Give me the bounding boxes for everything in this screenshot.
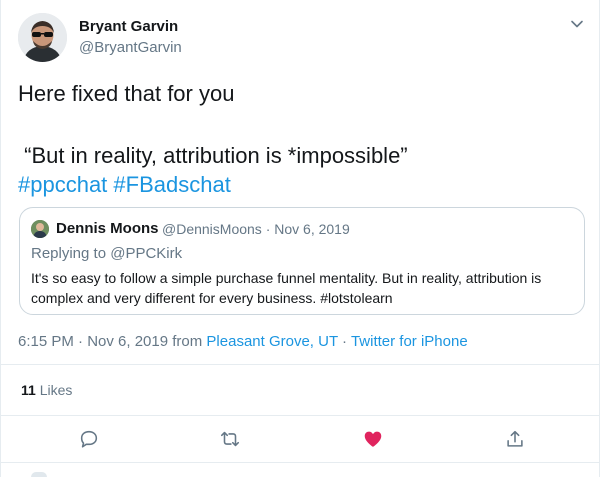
hashtag-link[interactable]: #FBadschat [113,172,230,197]
hashtag-row: #ppcchat #FBadschat [18,171,231,198]
author-handle[interactable]: @BryantGarvin [79,39,182,56]
divider [1,415,600,416]
quoted-author-handle: @DennisMoons · Nov 6, 2019 [162,221,350,237]
tweet-card: Bryant Garvin @BryantGarvin Here fixed t… [0,0,600,477]
quoted-author-name: Dennis Moons [56,220,159,237]
likes-label: Likes [39,382,73,398]
author-name[interactable]: Bryant Garvin [79,18,178,35]
tweet-timestamp[interactable]: 6:15 PM · Nov 6, 2019 from [18,333,206,350]
source-link[interactable]: Twitter for iPhone [351,333,468,350]
tweet-metadata: 6:15 PM · Nov 6, 2019 from Pleasant Grov… [18,333,468,350]
retweet-icon[interactable] [219,428,241,450]
share-icon[interactable] [504,428,526,450]
heart-icon[interactable] [362,428,384,450]
replying-to-prefix: Replying to [31,245,111,262]
replying-to-handle[interactable]: @PPCKirk [110,245,182,262]
chevron-down-icon[interactable] [570,17,584,31]
quoted-tweet[interactable]: Dennis Moons @DennisMoons · Nov 6, 2019 … [19,207,585,315]
reply-icon[interactable] [78,428,100,450]
location-link[interactable]: Pleasant Grove, UT [206,333,337,350]
divider [1,462,600,463]
replying-to: Replying to @PPCKirk [31,245,182,262]
author-avatar[interactable] [18,13,67,62]
meta-separator: · [337,333,351,350]
divider [1,364,600,365]
next-tweet-avatar [31,472,47,477]
tweet-text-line: Here fixed that for you [18,81,235,106]
quoted-tweet-text: It's so easy to follow a simple purchase… [31,270,542,306]
likes-stat[interactable]: 11 Likes [21,382,72,398]
quoted-author-avatar [31,220,49,238]
tweet-text-line: “But in reality, attribution is *impossi… [18,143,408,168]
hashtag-link[interactable]: #ppcchat [18,172,107,197]
likes-count: 11 [21,382,36,398]
